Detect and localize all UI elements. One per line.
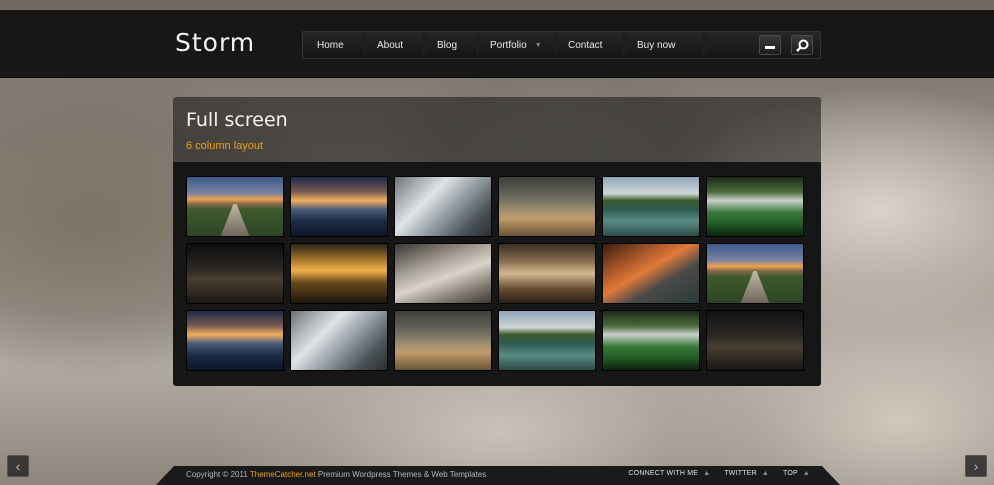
gallery-thumbnail[interactable] <box>394 310 492 371</box>
search-icon[interactable] <box>791 35 813 55</box>
nav-home-label: Home <box>317 39 344 51</box>
nav-home[interactable]: Home <box>303 32 371 58</box>
brand-link[interactable]: ThemeCatcher.net <box>250 470 316 479</box>
next-arrow-button[interactable]: › <box>965 455 987 477</box>
copyright-suffix: Premium Wordpress Themes & Web Templates <box>315 470 487 479</box>
top-bar: Storm Home About Blog Portfolio ▼ Contac… <box>0 10 994 78</box>
gallery-thumbnail[interactable] <box>290 176 388 237</box>
copyright-text: Copyright © 2011 ThemeCatcher.net Premiu… <box>186 470 486 479</box>
footer-link-top[interactable]: TOP ▲ <box>783 470 810 477</box>
prev-arrow-button[interactable]: ‹ <box>7 455 29 477</box>
footer-links: CONNECT WITH ME ▲ TWITTER ▲ TOP ▲ <box>628 470 810 477</box>
gallery-thumbnail[interactable] <box>290 243 388 304</box>
footer-link-twitter[interactable]: TWITTER ▲ <box>724 470 769 477</box>
gallery-thumbnail[interactable] <box>186 310 284 371</box>
gallery-thumbnail[interactable] <box>186 176 284 237</box>
nav-blog[interactable]: Blog <box>423 32 484 58</box>
footer-link-connect[interactable]: CONNECT WITH ME ▲ <box>628 470 710 477</box>
footer-link-top-label: TOP <box>782 470 798 477</box>
copyright-prefix: Copyright © 2011 <box>186 470 250 479</box>
gallery-thumbnail[interactable] <box>394 243 492 304</box>
gallery-thumbnail[interactable] <box>602 176 700 237</box>
gallery-thumbnail[interactable] <box>498 310 596 371</box>
nav-about-label: About <box>377 39 404 51</box>
nav-buy-now-label: Buy now <box>637 39 676 51</box>
portfolio-panel: Full screen 6 column layout <box>173 97 821 386</box>
nav-contact[interactable]: Contact <box>554 32 631 58</box>
gallery-thumbnail[interactable] <box>706 176 804 237</box>
gallery-thumbnail[interactable] <box>602 310 700 371</box>
minus-icon[interactable] <box>759 35 781 55</box>
nav-blog-label: Blog <box>437 39 458 51</box>
nav-portfolio-label: Portfolio <box>490 39 527 51</box>
nav-portfolio[interactable]: Portfolio ▼ <box>476 32 562 58</box>
chevron-up-icon: ▲ <box>703 470 711 477</box>
nav-buy-now[interactable]: Buy now <box>623 32 711 58</box>
page-subtitle: 6 column layout <box>186 140 264 152</box>
chevron-up-icon: ▲ <box>761 470 769 477</box>
nav-contact-label: Contact <box>568 39 603 51</box>
panel-header: Full screen 6 column layout <box>173 97 821 162</box>
thumbnail-grid <box>186 176 808 371</box>
footer-bar: Copyright © 2011 ThemeCatcher.net Premiu… <box>156 466 840 485</box>
gallery-thumbnail[interactable] <box>186 243 284 304</box>
gallery-thumbnail[interactable] <box>290 310 388 371</box>
gallery-thumbnail[interactable] <box>498 243 596 304</box>
nav-about[interactable]: About <box>363 32 431 58</box>
chevron-up-icon: ▲ <box>802 470 810 477</box>
gallery-thumbnail[interactable] <box>602 243 700 304</box>
main-nav: Home About Blog Portfolio ▼ Contact Buy … <box>302 31 821 59</box>
site-logo[interactable]: Storm <box>175 28 255 57</box>
gallery-thumbnail[interactable] <box>394 176 492 237</box>
footer-link-connect-label: CONNECT WITH ME <box>628 470 699 477</box>
gallery-thumbnail[interactable] <box>706 243 804 304</box>
page-title: Full screen <box>186 109 288 131</box>
chevron-left-icon: ‹ <box>15 458 21 474</box>
chevron-right-icon: › <box>973 458 979 474</box>
chevron-down-icon: ▼ <box>534 41 542 49</box>
gallery-thumbnail[interactable] <box>706 310 804 371</box>
gallery-thumbnail[interactable] <box>498 176 596 237</box>
gallery-body <box>173 162 821 386</box>
footer-link-twitter-label: TWITTER <box>724 470 757 477</box>
